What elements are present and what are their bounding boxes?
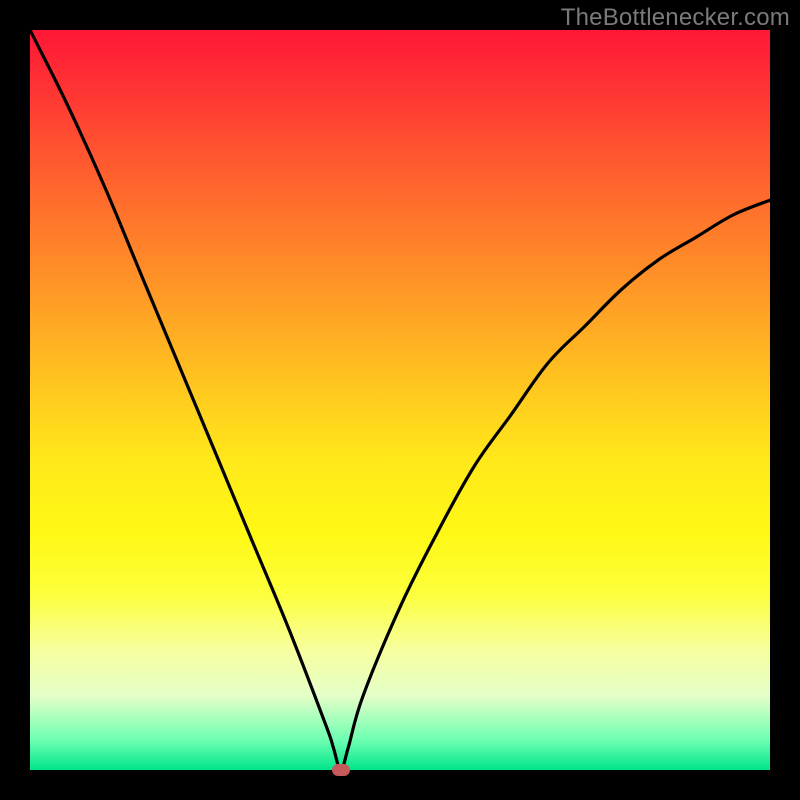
- plot-area: [30, 30, 770, 770]
- watermark-text: TheBottlenecker.com: [561, 4, 790, 32]
- chart-frame: TheBottlenecker.com: [0, 0, 800, 800]
- curve-layer: [30, 30, 770, 770]
- optimal-point-marker: [332, 764, 350, 776]
- bottleneck-curve: [30, 30, 770, 770]
